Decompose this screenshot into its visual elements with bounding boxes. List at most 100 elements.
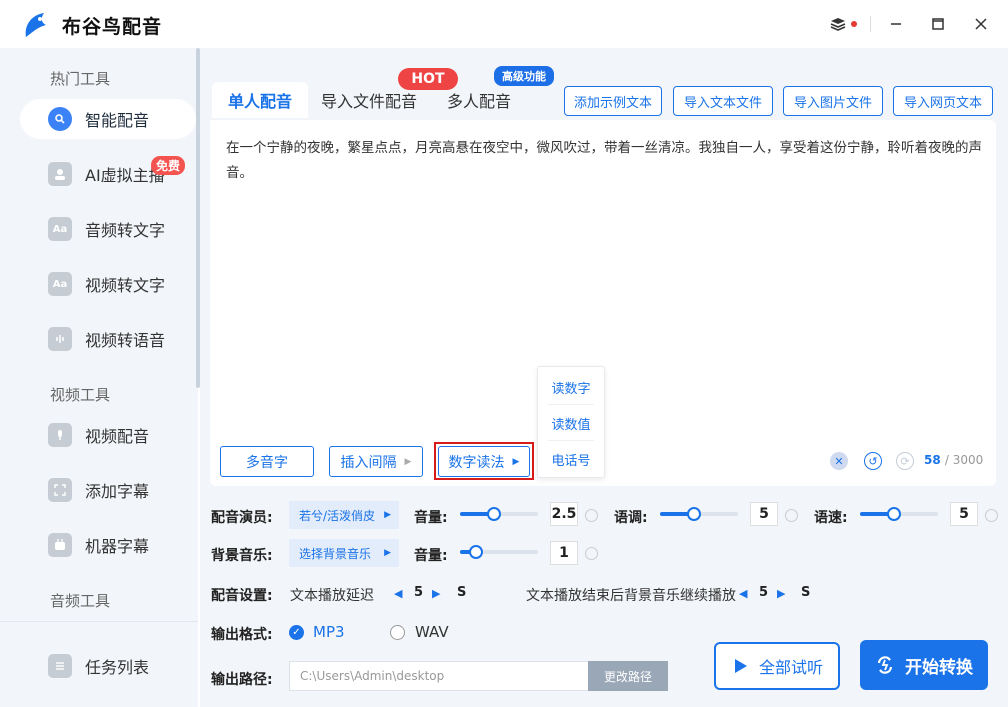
sidebar-item-label: 机器字幕 [85,537,150,556]
menu-item-read-digits[interactable]: 读数字 [538,378,604,397]
video-dub-icon [48,423,72,447]
close-icon[interactable] [971,14,991,34]
bgm-volume-value[interactable]: 1 [550,541,578,565]
continue-unit: S [801,585,811,600]
dub-settings-label: 配音设置: [211,588,273,604]
virtual-anchor-icon [48,162,72,186]
preview-all-label: 全部试听 [758,658,823,677]
sidebar-item-audio-to-text[interactable]: Aa 音频转文字 [20,209,196,249]
speed-slider[interactable] [860,507,938,521]
free-badge: 免费 [151,156,186,175]
sidebar-item-label: 视频转文字 [85,276,166,295]
bgm-volume-slider[interactable] [460,545,538,559]
menu-item-phone-number[interactable]: 电话号 [538,450,604,469]
continue-value: 5 [759,585,769,600]
continue-label: 文本播放结束后背景音乐继续播放 [526,588,736,604]
char-count: 58 [924,453,941,467]
output-path-label: 输出路径: [211,672,273,688]
speed-reset-icon[interactable] [985,509,998,522]
pitch-value[interactable]: 5 [750,502,778,526]
sidebar-item-video-to-text[interactable]: Aa 视频转文字 [20,264,196,304]
convert-icon [877,656,893,674]
insert-pause-button[interactable]: 插入间隔 ▶ [329,446,423,477]
sidebar-item-task-list[interactable]: 任务列表 [20,646,196,686]
speed-slider-knob[interactable] [887,507,901,521]
insert-pause-label: 插入间隔 [340,454,397,471]
delay-unit: S [457,585,467,600]
volume-value[interactable]: 2.5 [550,502,578,526]
volume-reset-icon[interactable] [585,509,598,522]
menu-divider [548,404,594,405]
char-max: / 3000 [944,453,984,467]
sidebar-item-smart-dub[interactable]: 智能配音 [20,99,196,139]
polyphone-label: 多音字 [246,454,288,471]
output-path-input[interactable]: C:\Users\Admin\desktop [289,661,589,691]
skin-icon[interactable] [828,14,848,34]
history-icon[interactable]: ↺ [864,452,882,470]
delay-label: 文本播放延迟 [290,588,374,604]
bgm-label: 背景音乐: [211,548,273,564]
sidebar-item-label: 视频转语音 [85,331,166,350]
volume-slider[interactable] [460,507,538,521]
import-web-text-button[interactable]: 导入网页文本 [893,86,993,116]
menu-divider [548,440,594,441]
volume-label: 音量: [414,510,448,526]
tab-single-dub[interactable]: 单人配音 [212,82,309,118]
bgm-volume-slider-knob[interactable] [469,545,483,559]
video-to-text-icon: Aa [48,272,72,296]
hot-badge: HOT [398,68,458,90]
start-convert-button[interactable]: 开始转换 [860,640,988,690]
sidebar-item-video-to-voice[interactable]: 视频转语音 [20,319,196,359]
delay-decrease-icon[interactable]: ◀ [394,587,402,600]
refresh-icon[interactable]: ⟳ [896,452,914,470]
polyphone-button[interactable]: 多音字 [220,446,314,477]
add-sample-text-button[interactable]: 添加示例文本 [564,86,662,116]
video-to-voice-icon [48,327,72,351]
pitch-label: 语调: [614,510,648,526]
sidebar-item-label: 添加字幕 [85,482,150,501]
voice-actor-value: 若兮/活泼俏皮 [299,508,376,523]
preview-all-button[interactable]: 全部试听 [714,642,840,690]
sidebar-divider [0,621,198,622]
bgm-volume-reset-icon[interactable] [585,547,598,560]
change-path-button[interactable]: 更改路径 [588,661,668,691]
import-text-file-button[interactable]: 导入文本文件 [673,86,773,116]
delay-increase-icon[interactable]: ▶ [432,587,440,600]
minimize-icon[interactable] [886,14,906,34]
caret-right-icon: ▶ [384,510,391,520]
pitch-slider-knob[interactable] [687,507,701,521]
pitch-reset-icon[interactable] [785,509,798,522]
sidebar-item-video-dub[interactable]: 视频配音 [20,415,196,455]
format-mp3-label[interactable]: MP3 [313,623,345,641]
format-wav-label[interactable]: WAV [415,623,449,641]
import-image-file-button[interactable]: 导入图片文件 [783,86,883,116]
sidebar-item-add-subtitle[interactable]: 添加字幕 [20,470,196,510]
format-wav-radio[interactable] [390,625,405,640]
pitch-slider[interactable] [660,507,738,521]
continue-decrease-icon[interactable]: ◀ [739,587,747,600]
format-mp3-radio[interactable]: ✓ [289,625,304,640]
menu-item-read-value[interactable]: 读数值 [538,414,604,433]
sidebar-item-label: 视频配音 [85,427,150,446]
voice-actor-select[interactable]: 若兮/活泼俏皮 ▶ [289,501,399,529]
continue-increase-icon[interactable]: ▶ [777,587,785,600]
delay-value: 5 [414,585,424,600]
char-counter: 58 / 3000 [924,453,983,467]
sidebar-item-label: 任务列表 [85,658,150,677]
section-video-tools: 视频工具 [50,386,111,404]
bgm-select[interactable]: 选择背景音乐 ▶ [289,539,399,567]
tab-multi-dub[interactable]: 多人配音 [447,82,511,118]
speed-value[interactable]: 5 [950,502,978,526]
editor-text[interactable]: 在一个宁静的夜晚，繁星点点，月亮高悬在夜空中，微风吹过，带着一丝清凉。我独自一人… [226,136,982,186]
machine-subtitle-icon [48,533,72,557]
maximize-icon[interactable] [928,14,948,34]
sidebar-item-machine-subtitle[interactable]: 机器字幕 [20,525,196,565]
clear-icon[interactable]: ✕ [830,452,848,470]
section-hot-tools: 热门工具 [50,70,111,88]
caret-right-icon: ▶ [404,456,412,467]
start-convert-label: 开始转换 [905,657,973,678]
audio-to-text-icon: Aa [48,217,72,241]
bgm-volume-label: 音量: [414,548,448,564]
speed-label: 语速: [814,510,848,526]
volume-slider-knob[interactable] [487,507,501,521]
